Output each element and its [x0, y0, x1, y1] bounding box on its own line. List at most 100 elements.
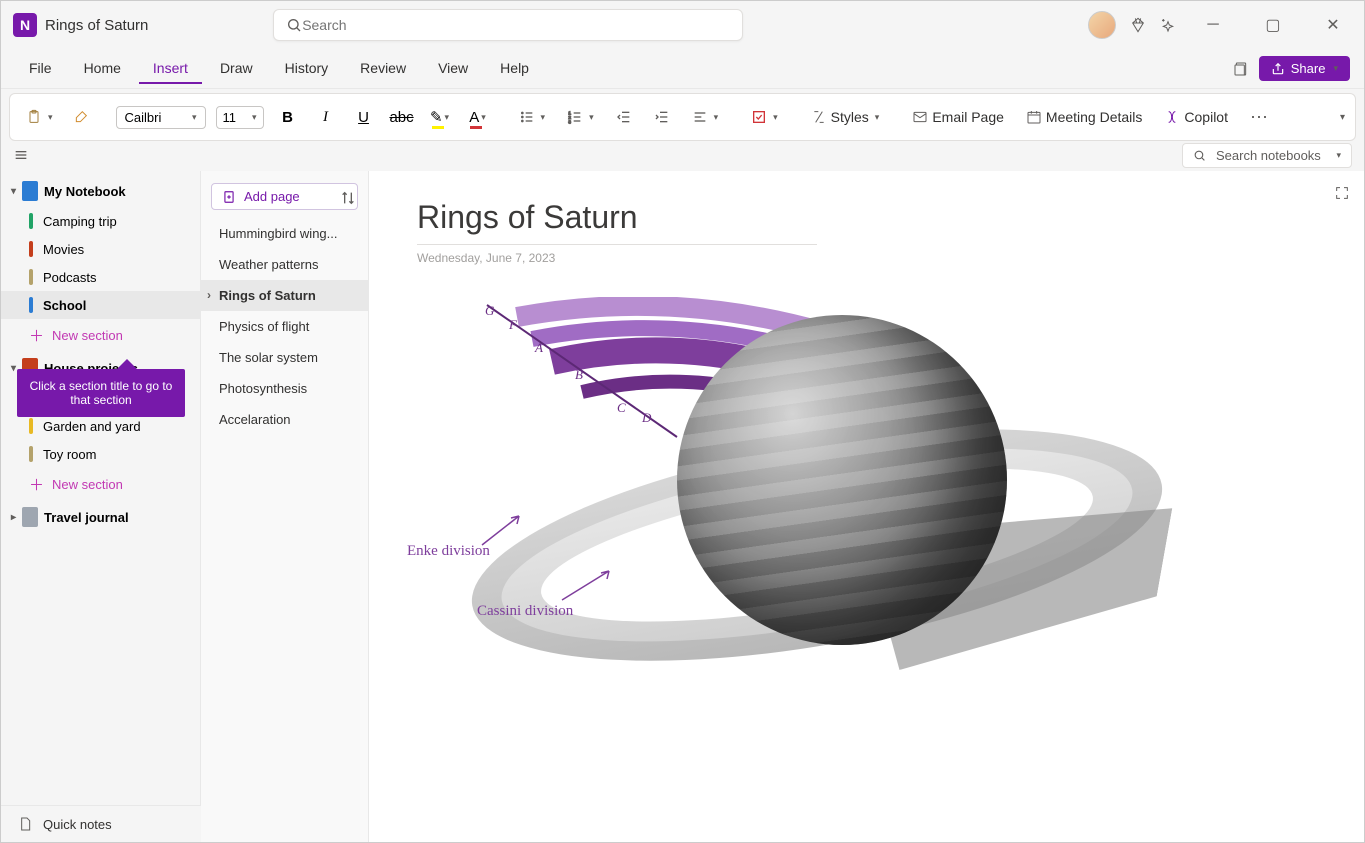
search-notebooks-placeholder: Search notebooks [1216, 148, 1328, 163]
add-page-button[interactable]: Add page [211, 183, 358, 210]
ring-label-a: A [535, 340, 543, 356]
bullet-list-button[interactable]: ▾ [513, 105, 552, 129]
section-camping-trip[interactable]: Camping trip [1, 207, 200, 235]
window-mode-icon[interactable] [1233, 61, 1249, 77]
copilot-label: Copilot [1184, 109, 1228, 125]
italic-button[interactable]: I [312, 103, 340, 131]
menu-review[interactable]: Review [346, 54, 420, 84]
highlight-button[interactable]: ✎▾ [426, 103, 454, 131]
share-button[interactable]: Share ▾ [1259, 56, 1350, 81]
todo-tag-button[interactable]: ▾ [745, 105, 784, 129]
section-toy-room[interactable]: Toy room [1, 440, 200, 468]
section-podcasts[interactable]: Podcasts [1, 263, 200, 291]
chevron-down-icon: ▾ [1336, 150, 1341, 161]
chevron-down-icon: ▾ [445, 112, 450, 123]
chevron-down-icon: ▾ [481, 112, 486, 123]
menu-home[interactable]: Home [70, 54, 135, 84]
more-button[interactable]: ⋯ [1244, 103, 1274, 132]
ribbon-expand-icon[interactable]: ▾ [1340, 112, 1345, 123]
chevron-down-icon: ▾ [875, 112, 880, 123]
menu-file[interactable]: File [15, 54, 66, 84]
minimize-button[interactable]: ─ [1190, 9, 1236, 41]
ring-label-d: D [642, 410, 651, 426]
chevron-down-icon: ▾ [48, 112, 53, 123]
new-section-button[interactable]: ＋New section [1, 468, 200, 501]
chevron-down-icon: ▾ [541, 112, 546, 123]
meeting-details-button[interactable]: Meeting Details [1020, 105, 1149, 129]
email-icon [912, 109, 928, 125]
align-button[interactable]: ▾ [686, 105, 725, 129]
clipboard-icon [26, 109, 42, 125]
paste-button[interactable]: ▾ [20, 105, 59, 129]
font-family-select[interactable]: Cailbri▾ [116, 106, 206, 129]
search-input[interactable] [302, 17, 730, 33]
calendar-icon [1026, 109, 1042, 125]
maximize-button[interactable]: ▢ [1250, 9, 1296, 41]
user-avatar[interactable] [1088, 11, 1116, 39]
styles-icon [811, 109, 827, 125]
menu-help[interactable]: Help [486, 54, 543, 84]
ring-label-f: F [509, 317, 517, 333]
notebook-nav: ▾My NotebookCamping tripMoviesPodcastsSc… [1, 171, 201, 842]
ring-label-b: B [575, 367, 583, 383]
ribbon: ▾ Cailbri▾ 11▾ B I U abc ✎▾ A▾ ▾ 123▾ ▾ … [9, 93, 1356, 141]
quick-notes-button[interactable]: Quick notes [1, 805, 201, 842]
menu-insert[interactable]: Insert [139, 54, 202, 84]
page-item[interactable]: Accelaration [201, 404, 368, 435]
fullscreen-icon[interactable] [1334, 185, 1350, 201]
premium-icon[interactable] [1130, 17, 1146, 33]
font-size-select[interactable]: 11 ▾ [216, 106, 264, 129]
styles-button[interactable]: Styles▾ [805, 105, 886, 129]
search-box[interactable] [273, 9, 743, 41]
app-icon: N [13, 13, 37, 37]
new-section-button[interactable]: ＋New section [1, 319, 200, 352]
chevron-down-icon: ▾ [252, 112, 257, 123]
page-item[interactable]: Rings of Saturn [201, 280, 368, 311]
outdent-button[interactable] [610, 105, 638, 129]
annotation-enke: Enke division [407, 543, 490, 560]
numbered-list-icon: 123 [567, 109, 583, 125]
page-canvas[interactable]: Rings of Saturn Wednesday, June 7, 2023 … [369, 171, 1364, 842]
menu-history[interactable]: History [271, 54, 343, 84]
section-movies[interactable]: Movies [1, 235, 200, 263]
page-icon [17, 816, 33, 832]
chevron-down-icon: ▾ [714, 112, 719, 123]
annotation-cassini: Cassini division [477, 603, 573, 620]
indent-icon [654, 109, 670, 125]
copilot-button[interactable]: Copilot [1158, 105, 1234, 129]
page-item[interactable]: Weather patterns [201, 249, 368, 280]
strikethrough-button[interactable]: abc [388, 103, 416, 131]
font-size-value: 11 [223, 110, 237, 125]
numbered-list-button[interactable]: 123▾ [561, 105, 600, 129]
section-school[interactable]: School [1, 291, 200, 319]
page-title[interactable]: Rings of Saturn [417, 199, 817, 245]
underline-button[interactable]: U [350, 103, 378, 131]
email-page-button[interactable]: Email Page [906, 105, 1010, 129]
notebook-travel-journal[interactable]: ▸Travel journal [1, 501, 200, 533]
sort-pages-icon[interactable] [340, 190, 356, 206]
nav-toggle-icon[interactable] [13, 147, 29, 163]
format-painter-button[interactable] [67, 105, 95, 129]
chevron-down-icon: ▾ [192, 112, 197, 123]
page-item[interactable]: The solar system [201, 342, 368, 373]
bold-button[interactable]: B [274, 103, 302, 131]
coach-tooltip: Click a section title to go to that sect… [17, 369, 185, 417]
add-page-icon [222, 190, 236, 204]
saturn-illustration: G F A B C D Enke division Cassini divisi… [417, 285, 1177, 725]
page-item[interactable]: Photosynthesis [201, 373, 368, 404]
quick-notes-label: Quick notes [43, 817, 112, 832]
menu-bar: FileHomeInsertDrawHistoryReviewViewHelp … [1, 49, 1364, 89]
search-notebooks-box[interactable]: Search notebooks ▾ [1182, 143, 1352, 168]
notebook-my-notebook[interactable]: ▾My Notebook [1, 175, 200, 207]
page-item[interactable]: Hummingbird wing... [201, 218, 368, 249]
menu-view[interactable]: View [424, 54, 482, 84]
font-color-button[interactable]: A▾ [464, 103, 492, 131]
document-title: Rings of Saturn [45, 17, 148, 34]
close-button[interactable]: ✕ [1310, 9, 1356, 41]
indent-button[interactable] [648, 105, 676, 129]
sub-bar: Search notebooks ▾ [1, 139, 1364, 171]
search-icon [286, 17, 302, 33]
page-item[interactable]: Physics of flight [201, 311, 368, 342]
sparkle-icon[interactable] [1160, 17, 1176, 33]
menu-draw[interactable]: Draw [206, 54, 267, 84]
